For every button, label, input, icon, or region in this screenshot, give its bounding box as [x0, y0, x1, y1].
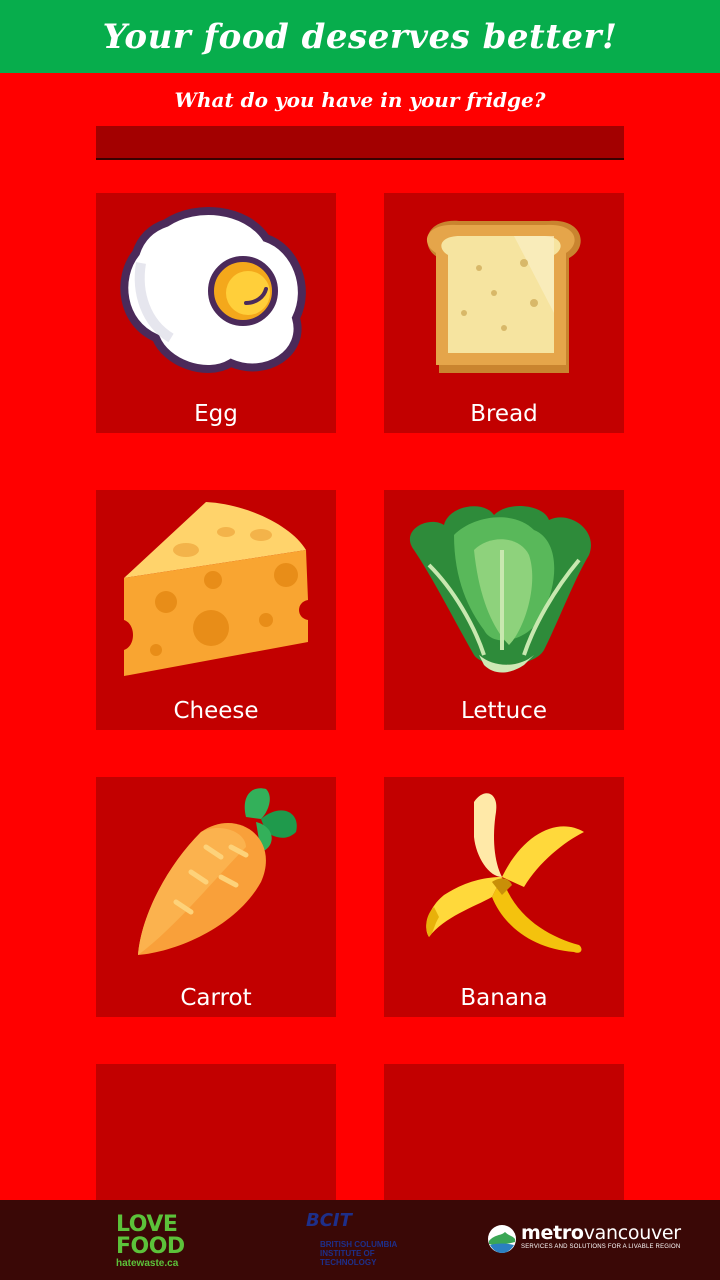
food-label: Cheese — [173, 698, 259, 724]
egg-icon — [120, 207, 306, 373]
metro-rest: vancouver — [583, 1222, 681, 1244]
bread-icon — [426, 220, 581, 373]
globe-icon — [488, 1225, 516, 1253]
food-tile-egg[interactable]: Egg — [96, 193, 336, 433]
food-tile-lettuce[interactable]: Lettuce — [384, 490, 624, 730]
love-food-url: hatewaste.ca — [116, 1258, 179, 1269]
food-tile-bread[interactable]: Bread — [384, 193, 624, 433]
food-tile-carrot[interactable]: Carrot — [96, 777, 336, 1017]
food-tile-cheese[interactable]: Cheese — [96, 490, 336, 730]
food-label: Banana — [460, 985, 548, 1011]
food-label: Bread — [470, 401, 538, 427]
love-food-logo[interactable]: LOVE FOOD hatewaste.ca — [116, 1214, 185, 1269]
banana-icon — [426, 793, 584, 953]
lettuce-icon — [409, 505, 591, 673]
food-label: Carrot — [180, 985, 252, 1011]
bcit-line2: INSTITUTE OF TECHNOLOGY — [320, 1248, 377, 1267]
carrot-icon — [138, 788, 297, 955]
cheese-icon — [124, 502, 308, 676]
fridge-prompt: What do you have in your fridge? — [174, 88, 546, 112]
fridge-search-input[interactable] — [96, 126, 624, 160]
metro-bold: metro — [521, 1222, 584, 1244]
metro-tagline: SERVICES AND SOLUTIONS FOR A LIVABLE REG… — [521, 1244, 681, 1250]
love-food-line2: FOOD — [116, 1234, 185, 1259]
food-tile-banana[interactable]: Banana — [384, 777, 624, 1017]
bcit-logo[interactable]: BCIT BRITISH COLUMBIA INSTITUTE OF TECHN… — [306, 1210, 416, 1267]
app-header: Your food deserves better! — [0, 0, 720, 73]
food-tile-empty[interactable] — [384, 1064, 624, 1200]
header-title: Your food deserves better! — [102, 16, 618, 57]
food-tile-empty[interactable] — [96, 1064, 336, 1200]
food-label: Lettuce — [461, 698, 547, 724]
love-food-line1: LOVE — [116, 1212, 178, 1237]
bcit-mark: BCIT — [306, 1210, 352, 1231]
food-label: Egg — [194, 401, 238, 427]
